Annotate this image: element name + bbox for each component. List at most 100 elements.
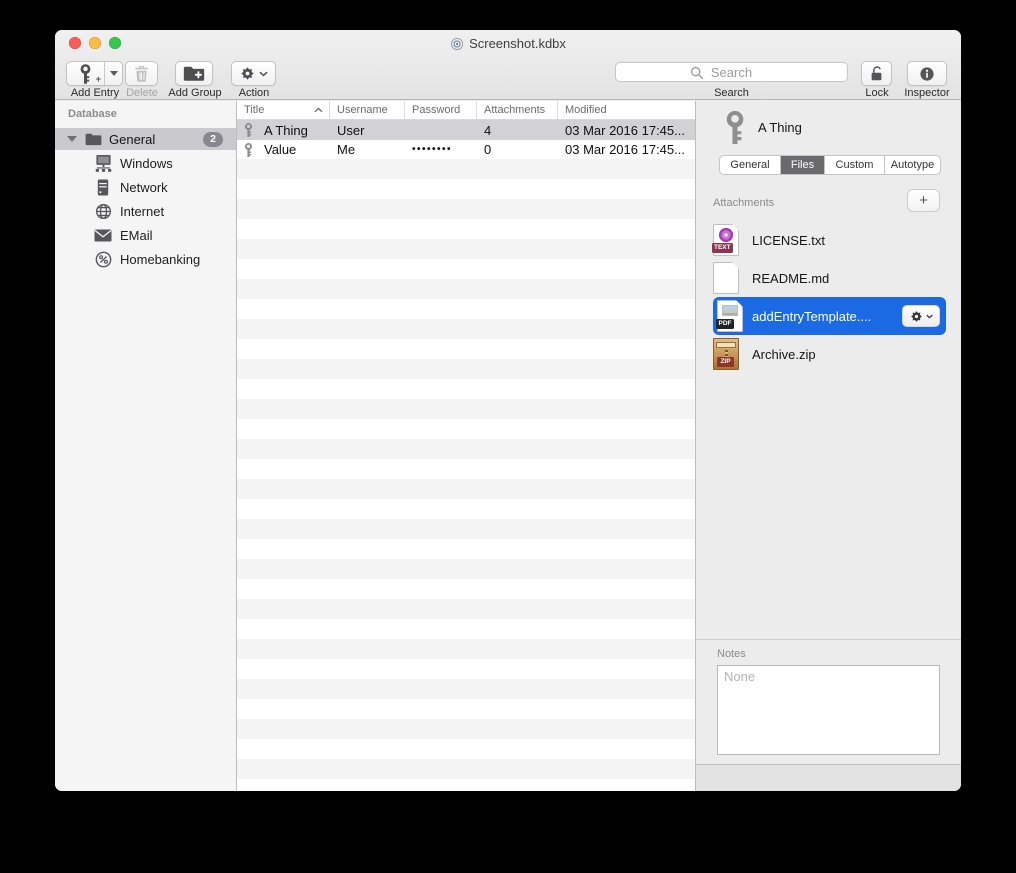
document-proxy-icon (450, 37, 464, 51)
titlebar: Screenshot.kdbx (175, 35, 841, 52)
add-attachment-button[interactable]: + (907, 189, 940, 212)
sidebar-item-label: EMail (120, 228, 153, 243)
column-header-username[interactable]: Username (330, 101, 405, 119)
gear-icon (910, 310, 923, 323)
attachment-name: Archive.zip (752, 347, 816, 362)
content-area: Database General 2 (55, 101, 961, 791)
tab-general[interactable]: General (720, 156, 781, 174)
window-chrome: Screenshot.kdbx + Add Entry (55, 30, 961, 100)
plus-glyph: + (96, 75, 101, 84)
sidebar-item-homebanking[interactable]: Homebanking (55, 247, 236, 271)
dropdown-arrow-icon (110, 71, 118, 76)
folder-plus-icon (183, 65, 205, 82)
zip-file-icon: ZIP (713, 338, 739, 370)
search-field[interactable] (615, 62, 848, 82)
chevron-down-icon (926, 314, 933, 319)
notes-textarea[interactable] (717, 665, 940, 755)
chevron-down-icon (259, 71, 268, 77)
cell-username: Me (330, 142, 405, 157)
cell-modified: 03 Mar 2016 17:45... (558, 123, 695, 138)
tab-files[interactable]: Files (781, 156, 825, 174)
sort-ascending-icon (314, 107, 323, 113)
notes-label: Notes (717, 648, 746, 660)
lock-button[interactable] (861, 61, 892, 86)
column-header-modified[interactable]: Modified (558, 101, 695, 119)
sidebar-item-label: Homebanking (120, 252, 200, 267)
search-caption: Search (615, 87, 848, 99)
entry-table: Title Username Password Attachments Modi… (237, 101, 695, 791)
attachments-label: Attachments (713, 197, 774, 209)
close-button[interactable] (69, 37, 81, 49)
document-file-icon (713, 262, 739, 294)
pdf-file-icon: PDF (717, 300, 743, 332)
entry-title: A Thing (758, 120, 802, 135)
tab-autotype[interactable]: Autotype (885, 156, 940, 174)
window-title: Screenshot.kdbx (469, 36, 566, 51)
cell-title: A Thing (264, 123, 308, 138)
inspector-button[interactable] (907, 61, 947, 86)
key-plus-icon (78, 64, 93, 84)
text-file-icon: TEXT (713, 224, 739, 256)
search-input[interactable] (616, 63, 847, 81)
envelope-icon (93, 229, 113, 242)
sidebar-group-label: General (109, 132, 155, 147)
app-window: Screenshot.kdbx + Add Entry (55, 30, 961, 791)
sidebar-item-internet[interactable]: Internet (55, 199, 236, 223)
add-group-button[interactable] (175, 61, 213, 86)
sidebar-item-label: Network (120, 180, 168, 195)
lock-open-icon (869, 65, 884, 82)
attachment-row-selected[interactable]: PDF addEntryTemplate.... (713, 297, 946, 335)
sidebar: Database General 2 (55, 101, 237, 791)
table-row[interactable]: Value Me •••••••• 0 03 Mar 2016 17:45... (237, 140, 695, 159)
cell-attachments: 0 (477, 142, 558, 157)
inspector-tabs: General Files Custom Autotype (719, 155, 941, 175)
sidebar-item-label: Internet (120, 204, 164, 219)
attachment-name: README.md (752, 271, 829, 286)
minimize-button[interactable] (89, 37, 101, 49)
attachment-row[interactable]: ZIP Archive.zip (713, 335, 946, 373)
column-header-title[interactable]: Title (237, 101, 330, 119)
sidebar-item-email[interactable]: EMail (55, 223, 236, 247)
key-icon (243, 123, 254, 137)
cell-modified: 03 Mar 2016 17:45... (558, 142, 695, 157)
trash-icon (134, 65, 149, 82)
add-entry-dropdown[interactable] (104, 62, 122, 85)
attachment-row[interactable]: TEXT LICENSE.txt (713, 221, 946, 259)
server-icon (93, 179, 113, 196)
attachment-name: LICENSE.txt (752, 233, 825, 248)
disclosure-triangle-icon[interactable] (67, 136, 77, 142)
sidebar-item-windows[interactable]: Windows (55, 151, 236, 175)
delete-button[interactable] (125, 61, 158, 86)
add-entry-button[interactable]: + (66, 61, 123, 86)
info-icon (918, 65, 936, 83)
attachment-row[interactable]: README.md (713, 259, 946, 297)
empty-rows-area (237, 159, 695, 791)
zoom-button[interactable] (109, 37, 121, 49)
sidebar-group-general[interactable]: General 2 (55, 128, 236, 150)
inspector-footer (696, 764, 961, 791)
globe-icon (93, 203, 113, 220)
attachment-name: addEntryTemplate.... (752, 309, 871, 324)
action-button[interactable] (231, 61, 276, 86)
divider (696, 639, 961, 640)
cell-title: Value (264, 142, 296, 157)
inspector-caption: Inspector (893, 87, 961, 99)
table-row[interactable]: A Thing User 4 03 Mar 2016 17:45... (237, 120, 695, 140)
sidebar-item-network[interactable]: Network (55, 175, 236, 199)
inspector-panel: A Thing General Files Custom Autotype At… (695, 101, 961, 791)
sidebar-section-header: Database (68, 108, 117, 120)
sidebar-item-label: Windows (120, 156, 173, 171)
cell-username: User (330, 123, 405, 138)
attachment-actions-button[interactable] (902, 305, 940, 327)
desktop: { "window": { "title": "Screenshot.kdbx"… (0, 0, 1016, 873)
folder-icon (85, 133, 102, 146)
column-header-password[interactable]: Password (405, 101, 477, 119)
action-caption: Action (225, 87, 283, 99)
cell-attachments: 4 (477, 123, 558, 138)
column-header-attachments[interactable]: Attachments (477, 101, 558, 119)
gear-icon (240, 66, 255, 81)
cell-password: •••••••• (405, 144, 477, 155)
computer-network-icon (93, 155, 113, 172)
key-icon (243, 143, 254, 157)
tab-custom[interactable]: Custom (825, 156, 885, 174)
